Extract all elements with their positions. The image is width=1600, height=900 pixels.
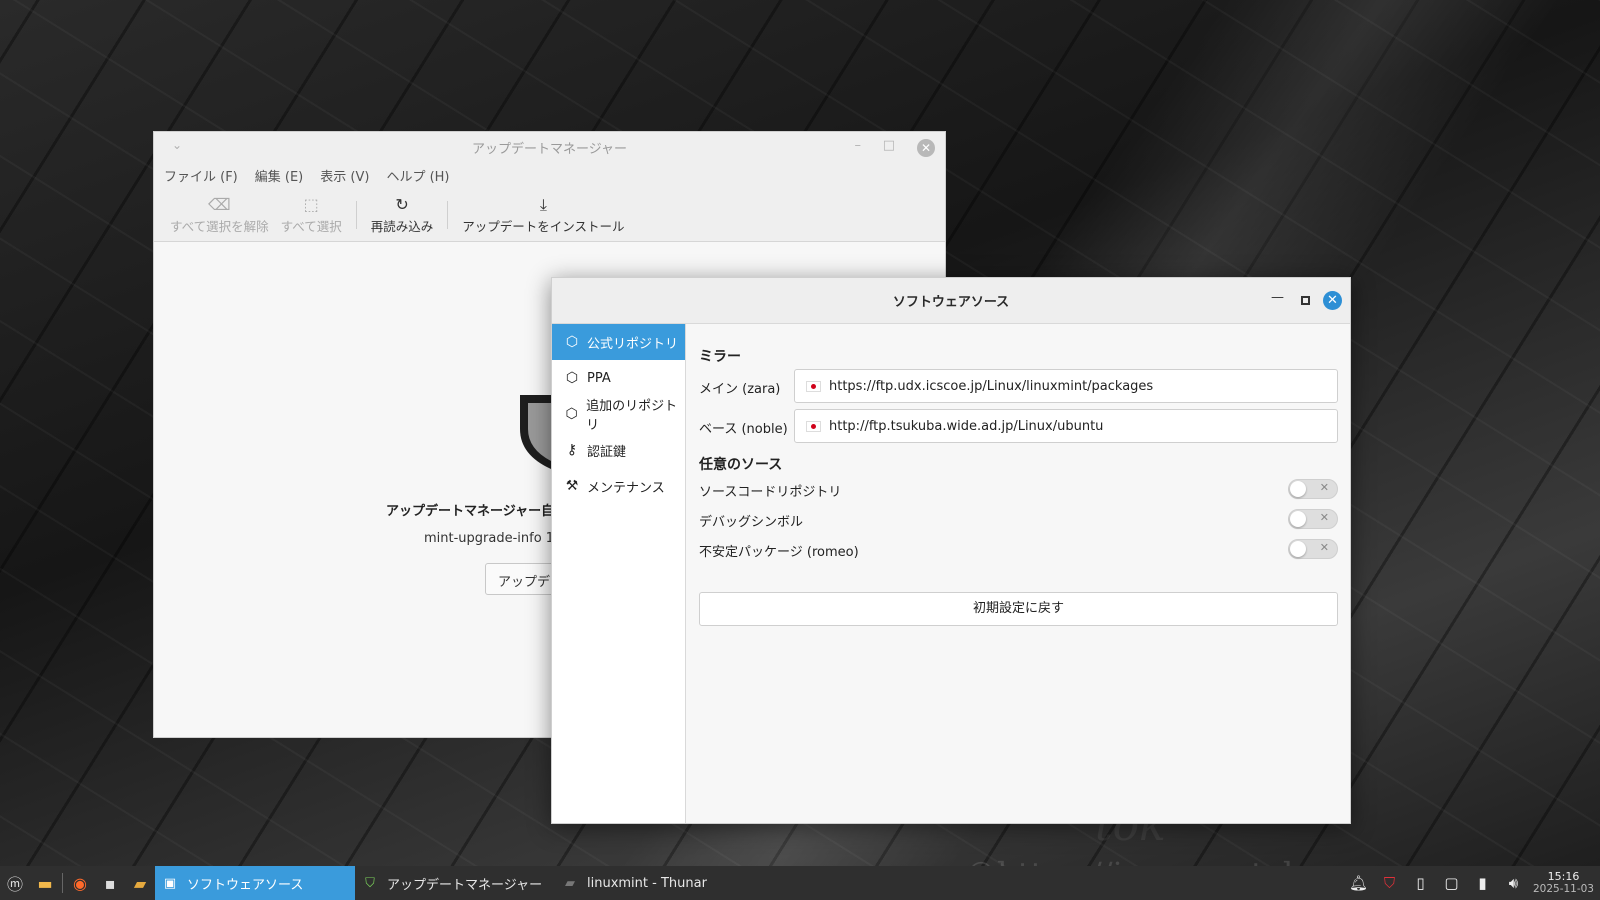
clock[interactable]: 15:16 2025-11-03 <box>1533 870 1594 896</box>
notification-bell-icon[interactable]: 🔔︎ <box>1343 874 1374 892</box>
sidebar-item-authentication-keys[interactable]: ⚷ 認証鍵 <box>552 432 685 468</box>
sidebar-item-official-repositories[interactable]: ⬡ 公式リポジトリ <box>552 324 685 360</box>
sidebar-item-ppa[interactable]: ⬡ PPA <box>552 360 685 396</box>
package-icon: ⬡ <box>565 370 579 386</box>
software-sources-titlebar: ソフトウェアソース — ✕ <box>552 278 1350 324</box>
mirrors-section-title: ミラー <box>699 349 741 365</box>
update-manager-title: アップデートマネージャー <box>471 141 628 157</box>
backspace-icon: ⌫ <box>208 194 231 214</box>
toolbar-separator <box>355 200 357 229</box>
main-mirror-label: メイン (zara) <box>699 382 781 397</box>
shield-icon: ⛉ <box>365 875 375 891</box>
chevron-down-icon[interactable]: ⌄ <box>172 138 182 152</box>
close-button[interactable]: ✕ <box>1323 291 1342 310</box>
clear-selection-button[interactable]: ⌫ すべて選択を解除 <box>164 195 275 235</box>
taskbar-separator <box>62 873 63 893</box>
folder-icon: ▰ <box>565 875 575 891</box>
repository-settings: ミラー メイン (zara) https://ftp.udx.icscoe.jp… <box>699 324 1338 823</box>
firefox-icon[interactable]: ◉ <box>65 866 95 900</box>
clipboard-icon[interactable]: ▯ <box>1405 874 1436 892</box>
update-manager-menubar: ファイル (F) 編集 (E) 表示 (V) ヘルプ (H) <box>154 162 945 188</box>
download-icon: ⤓ <box>539 194 547 214</box>
refresh-icon: ↻ <box>395 194 409 214</box>
battery-icon[interactable]: ▮ <box>1467 874 1498 892</box>
select-all-icon: ⬚ <box>303 194 319 214</box>
option-unstable-packages: 不安定パッケージ (romeo) ✕ <box>699 537 1338 561</box>
package-icon: ⬡ <box>565 406 578 422</box>
window-title: ソフトウェアソース <box>892 295 1010 310</box>
maximize-icon[interactable]: □ <box>883 138 895 153</box>
main-mirror-row: メイン (zara) https://ftp.udx.icscoe.jp/Lin… <box>699 369 1338 403</box>
minimize-button[interactable]: — <box>1271 290 1284 305</box>
option-source-code: ソースコードリポジトリ ✕ <box>699 477 1338 501</box>
menu-help[interactable]: ヘルプ (H) <box>386 166 449 185</box>
base-mirror-label: ベース (noble) <box>699 422 788 437</box>
taskbar: ⓜ ▬ ◉ ▪ ▰ ▣ ソフトウェアソース ⛉ アップデートマネージャー ▰ l… <box>0 866 1600 900</box>
optional-sources-title: 任意のソース <box>699 457 783 473</box>
task-thunar[interactable]: ▰ linuxmint - Thunar <box>555 866 755 900</box>
minimize-icon[interactable]: – <box>855 138 862 153</box>
volume-icon[interactable]: 🔊︎ <box>1498 874 1529 892</box>
update-shield-icon[interactable]: ⛉ <box>1374 874 1405 892</box>
unstable-packages-toggle[interactable]: ✕ <box>1288 539 1338 559</box>
menu-file[interactable]: ファイル (F) <box>164 166 238 185</box>
option-debug-symbols: デバッグシンボル ✕ <box>699 507 1338 531</box>
base-mirror-button[interactable]: http://ftp.tsukuba.wide.ad.jp/Linux/ubun… <box>794 409 1338 443</box>
menu-view[interactable]: 表示 (V) <box>320 166 369 185</box>
source-code-toggle[interactable]: ✕ <box>1288 479 1338 499</box>
folder-icon[interactable]: ▰ <box>125 866 155 900</box>
sidebar-item-maintenance[interactable]: ⚒ メンテナンス <box>552 468 685 504</box>
package-icon: ▣ <box>163 875 177 891</box>
menu-edit[interactable]: 編集 (E) <box>255 166 304 185</box>
files-icon[interactable]: ▬ <box>30 866 60 900</box>
system-tray: 🔔︎ ⛉ ▯ ▢ ▮ 🔊︎ 15:16 2025-11-03 <box>1343 866 1600 900</box>
install-updates-button[interactable]: ⤓ アップデートをインストール <box>456 195 630 235</box>
update-manager-heading: アップデートマネージャー自体 <box>386 504 568 519</box>
window-icon[interactable]: ▢ <box>1436 874 1467 892</box>
update-manager-titlebar: ⌄ アップデートマネージャー – □ ✕ <box>154 132 945 162</box>
key-icon: ⚷ <box>566 442 578 458</box>
task-update-manager[interactable]: ⛉ アップデートマネージャー <box>355 866 555 900</box>
wrench-icon: ⚒ <box>565 478 579 494</box>
task-software-sources[interactable]: ▣ ソフトウェアソース <box>155 866 355 900</box>
japan-flag-icon <box>806 380 821 392</box>
maximize-button[interactable] <box>1301 296 1310 305</box>
sidebar: ⬡ 公式リポジトリ ⬡ PPA ⬡ 追加のリポジトリ ⚷ 認証鍵 ⚒ メンテナン… <box>552 324 686 823</box>
terminal-icon[interactable]: ▪ <box>95 866 125 900</box>
refresh-button[interactable]: ↻ 再読み込み <box>365 195 440 235</box>
japan-flag-icon <box>806 420 821 432</box>
base-mirror-row: ベース (noble) http://ftp.tsukuba.wide.ad.j… <box>699 409 1338 443</box>
main-mirror-button[interactable]: https://ftp.udx.icscoe.jp/Linux/linuxmin… <box>794 369 1338 403</box>
update-manager-package-info: mint-upgrade-info 1.2 <box>424 531 567 546</box>
close-button[interactable]: ✕ <box>917 139 935 157</box>
package-icon: ⬡ <box>565 334 579 350</box>
debug-symbols-toggle[interactable]: ✕ <box>1288 509 1338 529</box>
toolbar-separator <box>447 200 449 229</box>
select-all-button[interactable]: ⬚ すべて選択 <box>275 195 348 235</box>
menu-icon[interactable]: ⓜ <box>0 866 30 900</box>
reset-defaults-button[interactable]: 初期設定に戻す <box>699 592 1338 626</box>
update-manager-toolbar: ⌫ すべて選択を解除 ⬚ すべて選択 ↻ 再読み込み ⤓ アップデートをインスト… <box>154 188 945 242</box>
software-sources-window: ソフトウェアソース — ✕ ⬡ 公式リポジトリ ⬡ PPA ⬡ 追加のリポジトリ… <box>551 277 1351 824</box>
sidebar-item-additional-repositories[interactable]: ⬡ 追加のリポジトリ <box>552 396 685 433</box>
